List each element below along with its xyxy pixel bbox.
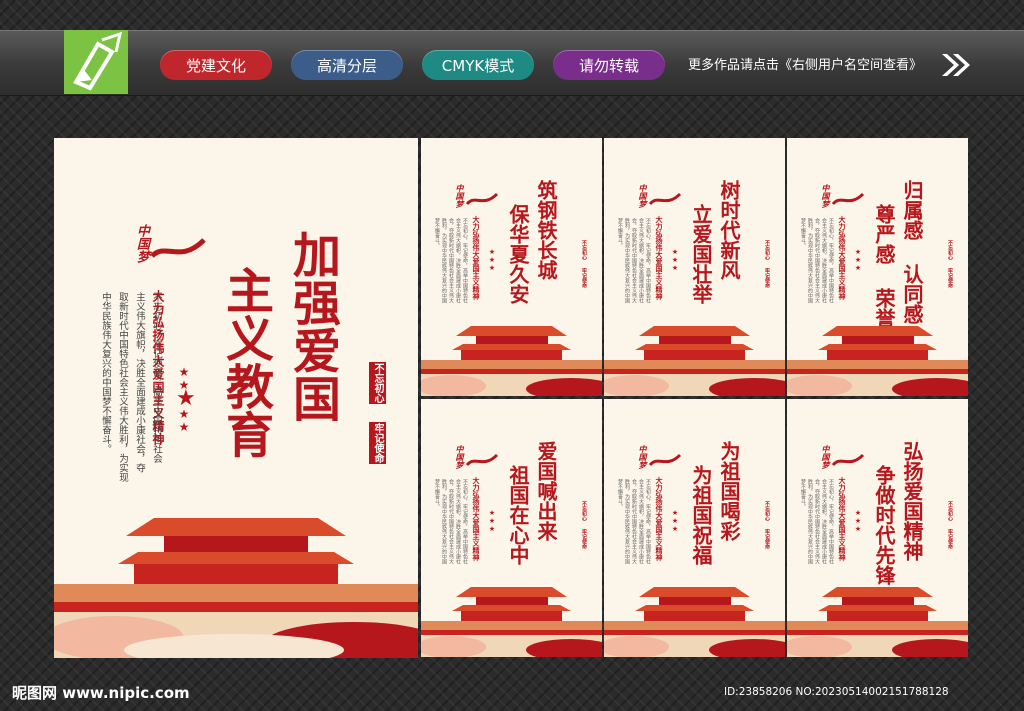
pen-logo-icon	[64, 30, 128, 94]
small-title-1: 归属感 认同感	[900, 180, 924, 324]
small-seal-2: 牢记使命	[764, 268, 770, 288]
small-title-2: 保华夏久安	[506, 204, 530, 304]
small-title-2: 为祖国祝福	[689, 465, 713, 565]
small-title-2: 争做时代先锋	[872, 465, 896, 585]
small-body: 不忘初心，牢记使命，高举中国特色社会主义伟大旗帜，决胜全面建成小康社会，夺取新时…	[434, 479, 468, 564]
small-body: 不忘初心，牢记使命，高举中国特色社会主义伟大旗帜，决胜全面建成小康社会，夺取新时…	[800, 479, 834, 564]
small-seal-1: 不忘初心	[581, 240, 587, 260]
footer-site[interactable]: 昵图网 www.nipic.com	[12, 682, 190, 703]
small-seal-2: 牢记使命	[581, 268, 587, 288]
small-subtitle: 大力弘扬伟大爱国主义精神	[838, 216, 847, 300]
main-seal-2: 牢记使命	[369, 422, 386, 464]
logo-brush	[648, 192, 682, 206]
tagline[interactable]: 更多作品请点击《右侧用户名空间查看》	[688, 54, 922, 73]
main-body: 不忘初心，牢记使命，高举中国特色社会 主义伟大旗帜，决胜全面建成小康社会，夺 取…	[100, 292, 162, 482]
logo-brush	[150, 238, 206, 258]
small-title-1: 筑钢铁长城	[534, 180, 558, 280]
star-icon: ★ ★ ★	[854, 248, 862, 272]
small-subtitle: 大力弘扬伟大爱国主义精神	[655, 216, 664, 300]
small-subtitle: 大力弘扬伟大爱国主义精神	[655, 477, 664, 561]
main-seal-1: 不忘初心	[369, 362, 386, 404]
star-icon: ★ ★ ★	[671, 509, 679, 533]
main-title-col1: 加强爱国	[284, 230, 340, 422]
tag-pill-1[interactable]: 党建文化	[160, 50, 272, 80]
small-palace-illustration	[421, 577, 602, 657]
small-poster-3: 中国梦 归属感 认同感 尊严感 荣誉感 大力弘扬伟大爱国主义精神 不忘初心，牢记…	[787, 138, 968, 396]
small-body: 不忘初心，牢记使命，高举中国特色社会主义伟大旗帜，决胜全面建成小康社会，夺取新时…	[617, 218, 651, 303]
star-icon: ★ ★ ★	[488, 248, 496, 272]
small-title-1: 为祖国喝彩	[717, 441, 741, 541]
small-title-1: 爱国喊出来	[534, 441, 558, 541]
logo-brush	[465, 453, 499, 467]
small-seal-1: 不忘初心	[764, 501, 770, 521]
small-subtitle: 大力弘扬伟大爱国主义精神	[472, 477, 481, 561]
logo-brush	[831, 192, 865, 206]
small-palace-illustration	[604, 316, 785, 396]
main-title-col2: 主义教育	[217, 266, 273, 458]
small-title-1: 弘扬爱国精神	[900, 441, 924, 561]
small-palace-illustration	[787, 577, 968, 657]
main-poster: 中国梦 加强爱国 主义教育 大力弘扬伟大爱国主义精神 不忘初心，牢记使命，高举中…	[54, 138, 418, 658]
double-arrow-icon[interactable]	[940, 52, 972, 78]
tag-pill-2[interactable]: 高清分层	[291, 50, 403, 80]
small-seal-2: 牢记使命	[947, 268, 953, 288]
star-icon: ★ ★ ★	[671, 248, 679, 272]
small-poster-1: 中国梦 筑钢铁长城 保华夏久安 大力弘扬伟大爱国主义精神 不忘初心，牢记使命，高…	[421, 138, 602, 396]
logo-brush	[648, 453, 682, 467]
small-seal-1: 不忘初心	[581, 501, 587, 521]
tag-pill-3[interactable]: CMYK模式	[422, 50, 534, 80]
star-icon: ★ ★ ★ ★ ★	[176, 365, 196, 434]
small-palace-illustration	[787, 316, 968, 396]
small-palace-illustration	[421, 316, 602, 396]
footer-id: ID:23858206 NO:20230514002151788128	[724, 686, 949, 698]
small-subtitle: 大力弘扬伟大爱国主义精神	[838, 477, 847, 561]
small-seal-1: 不忘初心	[764, 240, 770, 260]
star-icon: ★ ★ ★	[488, 509, 496, 533]
small-title-2: 祖国在心中	[506, 465, 530, 565]
small-seal-1: 不忘初心	[947, 240, 953, 260]
small-palace-illustration	[604, 577, 785, 657]
small-title-1: 树时代新风	[717, 180, 741, 280]
small-body: 不忘初心，牢记使命，高举中国特色社会主义伟大旗帜，决胜全面建成小康社会，夺取新时…	[617, 479, 651, 564]
star-icon: ★ ★ ★	[854, 509, 862, 533]
small-body: 不忘初心，牢记使命，高举中国特色社会主义伟大旗帜，决胜全面建成小康社会，夺取新时…	[434, 218, 468, 303]
small-poster-5: 中国梦 为祖国喝彩 为祖国祝福 大力弘扬伟大爱国主义精神 不忘初心，牢记使命，高…	[604, 399, 785, 657]
small-seal-2: 牢记使命	[947, 529, 953, 549]
small-seal-2: 牢记使命	[764, 529, 770, 549]
small-poster-6: 中国梦 弘扬爱国精神 争做时代先锋 大力弘扬伟大爱国主义精神 不忘初心，牢记使命…	[787, 399, 968, 657]
small-poster-2: 中国梦 树时代新风 立爱国壮举 大力弘扬伟大爱国主义精神 不忘初心，牢记使命，高…	[604, 138, 785, 396]
logo-brush	[831, 453, 865, 467]
small-title-2: 立爱国壮举	[689, 204, 713, 304]
small-seal-1: 不忘初心	[947, 501, 953, 521]
logo-brush	[465, 192, 499, 206]
main-logo: 中国梦	[134, 224, 149, 263]
small-seal-2: 牢记使命	[581, 529, 587, 549]
tag-pill-4[interactable]: 请勿转载	[553, 50, 665, 80]
main-palace-illustration	[54, 498, 418, 658]
small-subtitle: 大力弘扬伟大爱国主义精神	[472, 216, 481, 300]
small-poster-4: 中国梦 爱国喊出来 祖国在心中 大力弘扬伟大爱国主义精神 不忘初心，牢记使命，高…	[421, 399, 602, 657]
small-body: 不忘初心，牢记使命，高举中国特色社会主义伟大旗帜，决胜全面建成小康社会，夺取新时…	[800, 218, 834, 303]
